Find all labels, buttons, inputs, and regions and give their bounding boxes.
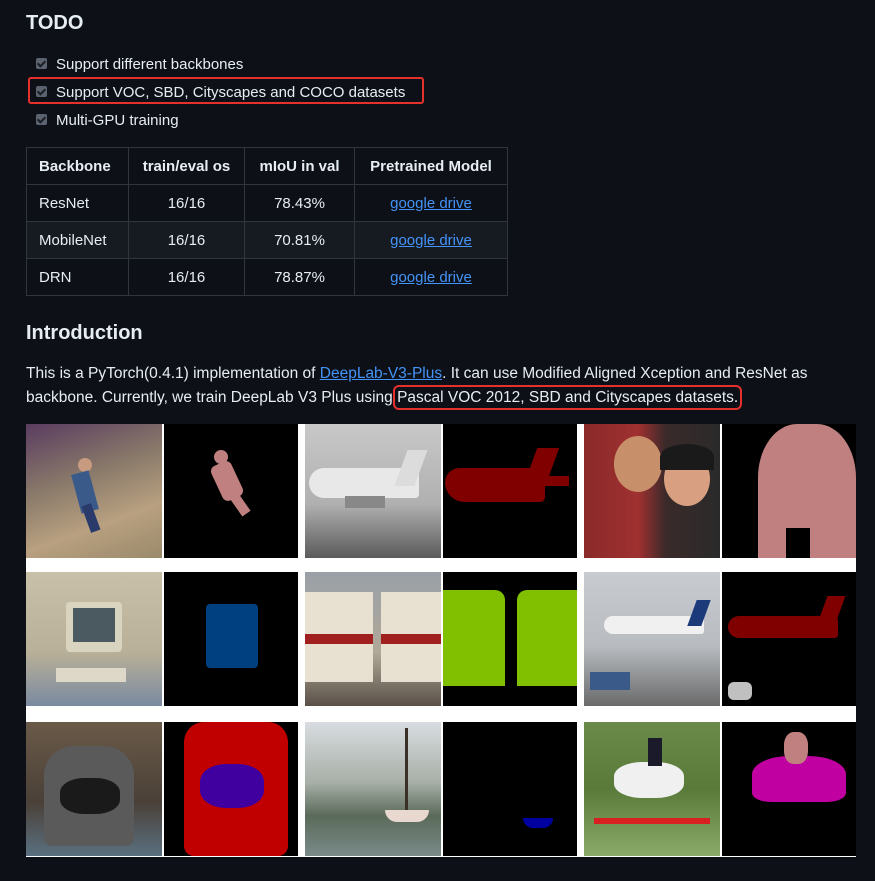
photo-dog-on-chair	[26, 722, 162, 856]
segmentation-mask-people	[722, 424, 856, 558]
task-label: Multi-GPU training	[56, 111, 179, 129]
intro-text: This is a PyTorch(0.4.1) implementation …	[26, 365, 320, 382]
google-drive-link[interactable]: google drive	[390, 195, 472, 212]
cell-os: 16/16	[128, 258, 245, 296]
cell-miou: 78.87%	[244, 258, 355, 296]
header-os: train/eval os	[128, 147, 245, 185]
google-drive-link[interactable]: google drive	[390, 269, 472, 286]
todo-heading: TODO	[26, 12, 84, 34]
google-drive-link[interactable]: google drive	[390, 232, 472, 249]
segmentation-mask-aeroplane	[443, 424, 577, 558]
highlighted-datasets: Pascal VOC 2012, SBD and Cityscapes data…	[393, 385, 743, 410]
checkbox-checked[interactable]	[36, 113, 47, 125]
table-row: DRN 16/16 78.87% google drive	[26, 258, 508, 296]
photo-two-people	[584, 424, 720, 558]
segmentation-mask-person	[164, 424, 298, 558]
photo-train	[305, 572, 441, 706]
task-item: Support different backbones	[36, 50, 456, 78]
segmentation-mask-chair-dog	[164, 722, 298, 856]
checkbox-checked[interactable]	[36, 57, 47, 69]
segmentation-mask-monitor	[164, 572, 298, 706]
table-header-row: Backbone train/eval os mIoU in val Pretr…	[26, 147, 508, 185]
photo-aeroplane	[305, 424, 441, 558]
introduction-heading: Introduction	[26, 322, 143, 344]
cell-backbone: MobileNet	[26, 221, 129, 259]
task-item: Multi-GPU training	[36, 106, 456, 134]
photo-computer-monitor	[26, 572, 162, 706]
header-pretrained: Pretrained Model	[354, 147, 508, 185]
segmentation-mask-aeroplane	[722, 572, 856, 706]
cell-backbone: DRN	[26, 258, 129, 296]
intro-paragraph: This is a PyTorch(0.4.1) implementation …	[26, 362, 836, 410]
table-row: MobileNet 16/16 70.81% google drive	[26, 221, 508, 259]
segmentation-mask-train	[443, 572, 577, 706]
highlight-box	[28, 77, 424, 104]
cell-os: 16/16	[128, 184, 245, 222]
segmentation-mask-boat	[443, 722, 577, 856]
photo-horse-jumping	[584, 722, 720, 856]
photo-aeroplane-airport	[584, 572, 720, 706]
photo-boat-river	[305, 722, 441, 856]
cell-miou: 70.81%	[244, 221, 355, 259]
cell-backbone: ResNet	[26, 184, 129, 222]
task-label: Support different backbones	[56, 55, 244, 73]
deeplab-link[interactable]: DeepLab-V3-Plus	[320, 365, 442, 382]
cell-miou: 78.43%	[244, 184, 355, 222]
model-table: Backbone train/eval os mIoU in val Pretr…	[26, 147, 508, 296]
segmentation-mask-horse-rider	[722, 722, 856, 856]
header-miou: mIoU in val	[244, 147, 355, 185]
table-row: ResNet 16/16 78.43% google drive	[26, 184, 508, 222]
segmentation-results-figure	[26, 424, 856, 857]
photo-person-outdoors	[26, 424, 162, 558]
cell-os: 16/16	[128, 221, 245, 259]
header-backbone: Backbone	[26, 147, 129, 185]
